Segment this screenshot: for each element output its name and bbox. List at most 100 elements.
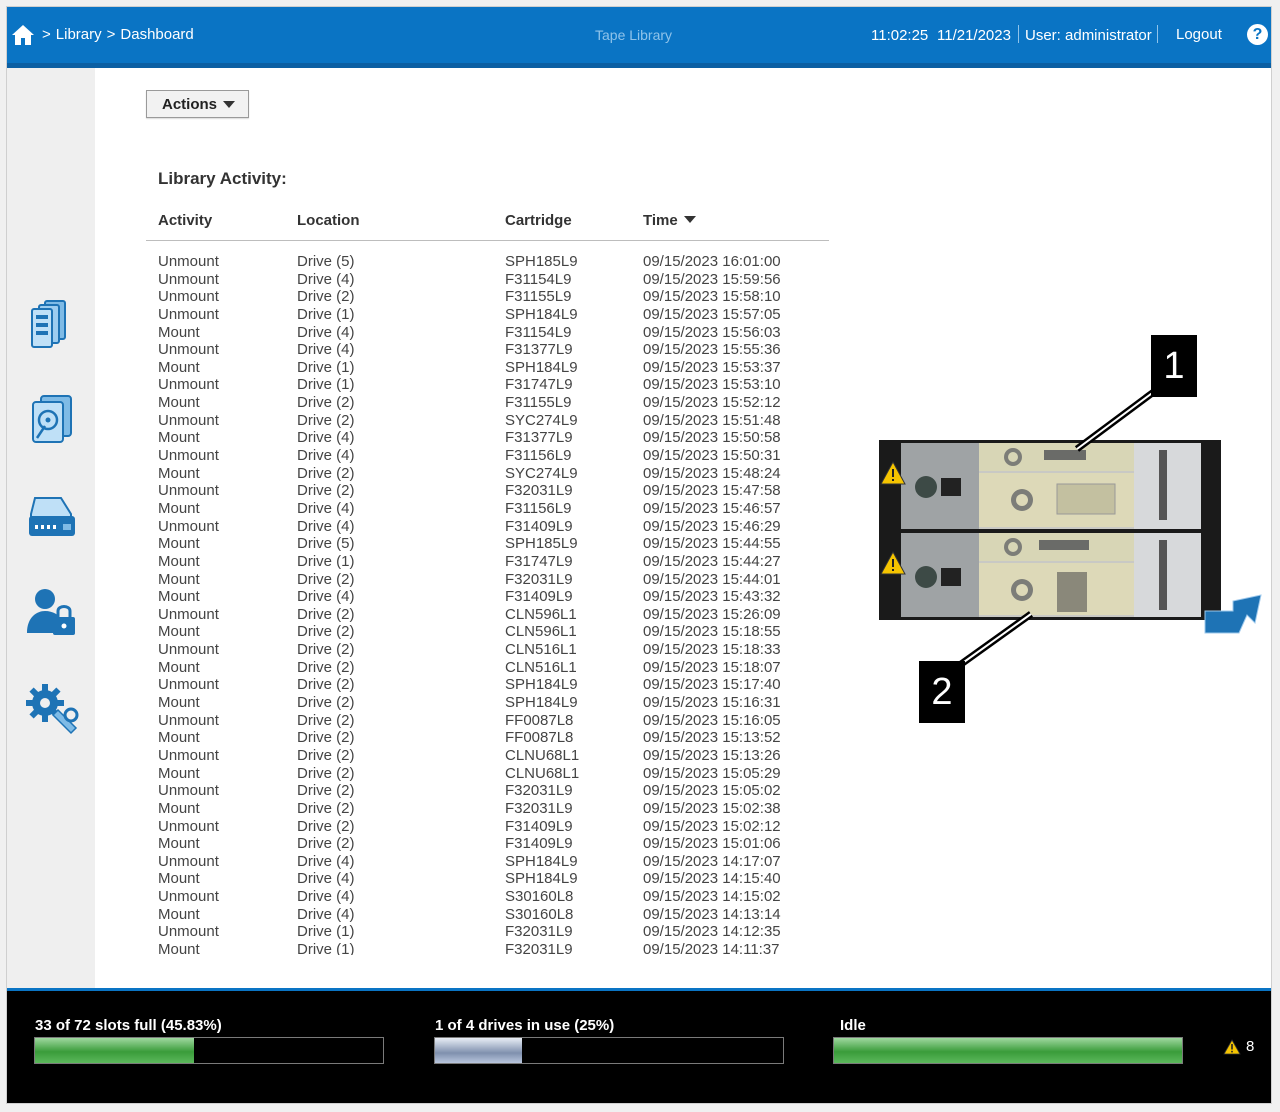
table-row[interactable]: Mount Drive (4) F31377L9 09/15/2023 15:50:5… (146, 429, 829, 447)
time-cell: 09/15/2023 15:58:10 (643, 288, 781, 306)
activity-cell: Unmount (158, 641, 219, 659)
table-row[interactable]: Unmount Drive (2) CLN516L1 09/15/2023 15:18… (146, 641, 829, 659)
library-graphic[interactable] (879, 440, 1221, 620)
table-row[interactable]: Mount Drive (2) F32031L9 09/15/2023 15:02:3… (146, 800, 829, 818)
table-row[interactable]: Unmount Drive (1) F31747L9 09/15/2023 15:53… (146, 376, 829, 394)
table-row[interactable]: Mount Drive (4) F31154L9 09/15/2023 15:56:0… (146, 324, 829, 342)
status-bar: 33 of 72 slots full (45.83%) 1 of 4 driv… (7, 988, 1271, 1103)
actions-menu-button[interactable]: Actions (146, 90, 249, 118)
table-row[interactable]: Mount Drive (1) F32031L9 09/15/2023 14:11:3… (146, 941, 829, 955)
table-row[interactable]: Unmount Drive (2) FF0087L8 09/15/2023 15:16… (146, 712, 829, 730)
help-icon[interactable]: ? (1247, 24, 1268, 45)
table-row[interactable]: Unmount Drive (4) F31409L9 09/15/2023 15:46… (146, 518, 829, 536)
slots-status-label: 33 of 72 slots full (45.83%) (35, 1017, 222, 1034)
cartridge-cell: F32031L9 (505, 799, 573, 817)
table-row[interactable]: Mount Drive (2) CLN516L1 09/15/2023 15:18:0… (146, 659, 829, 677)
table-row[interactable]: Mount Drive (4) S30160L8 09/15/2023 14:13:1… (146, 906, 829, 924)
cartridge-cell: F31747L9 (505, 376, 573, 394)
location-cell: Drive (4) (297, 499, 355, 517)
table-row[interactable]: Mount Drive (2) F32031L9 09/15/2023 15:44:0… (146, 571, 829, 589)
table-row[interactable]: Mount Drive (2) F31409L9 09/15/2023 15:01:0… (146, 835, 829, 853)
table-row[interactable]: Mount Drive (5) SPH185L9 09/15/2023 15:44:5… (146, 535, 829, 553)
table-row[interactable]: Unmount Drive (4) F31156L9 09/15/2023 15:50… (146, 447, 829, 465)
table-row[interactable]: Unmount Drive (2) SYC274L9 09/15/2023 15:51… (146, 412, 829, 430)
table-row[interactable]: Unmount Drive (2) F32031L9 09/15/2023 15:05… (146, 782, 829, 800)
location-cell: Drive (5) (297, 253, 355, 270)
app-title: Tape Library (595, 27, 673, 43)
slots-progress-bar (34, 1037, 384, 1064)
time-cell: 09/15/2023 16:01:00 (643, 253, 781, 270)
time-cell: 09/15/2023 15:43:32 (643, 588, 781, 606)
activity-cell: Mount (158, 658, 200, 676)
location-cell: Drive (5) (297, 535, 355, 553)
table-row[interactable]: Unmount Drive (2) CLN596L1 09/15/2023 15:26… (146, 606, 829, 624)
home-icon[interactable] (11, 24, 35, 46)
table-row[interactable]: Unmount Drive (2) F32031L9 09/15/2023 15:47… (146, 482, 829, 500)
table-row[interactable]: Unmount Drive (2) SPH184L9 09/15/2023 15:17… (146, 676, 829, 694)
table-row[interactable]: Mount Drive (4) SPH184L9 09/15/2023 14:15:4… (146, 870, 829, 888)
table-row[interactable]: Mount Drive (2) CLN596L1 09/15/2023 15:18:5… (146, 623, 829, 641)
activity-cell: Mount (158, 570, 200, 588)
activity-cell: Unmount (158, 605, 219, 623)
activity-cell: Unmount (158, 817, 219, 835)
column-header-activity[interactable]: Activity (158, 212, 212, 229)
slots-progress-fill (35, 1038, 195, 1063)
activity-cell: Mount (158, 870, 200, 888)
time-cell: 09/15/2023 15:50:31 (643, 447, 781, 465)
table-row[interactable]: Mount Drive (4) F31156L9 09/15/2023 15:46:5… (146, 500, 829, 518)
location-cell: Drive (4) (297, 429, 355, 447)
column-header-cartridge[interactable]: Cartridge (505, 212, 572, 229)
table-row[interactable]: Unmount Drive (4) F31154L9 09/15/2023 15:59… (146, 271, 829, 289)
table-row[interactable]: Mount Drive (2) F31155L9 09/15/2023 15:52:1… (146, 394, 829, 412)
header-divider (1157, 25, 1158, 43)
logout-link[interactable]: Logout (1176, 26, 1222, 43)
cartridge-cell: CLNU68L1 (505, 746, 580, 764)
table-row[interactable]: Mount Drive (4) F31409L9 09/15/2023 15:43:3… (146, 588, 829, 606)
settings-icon[interactable] (23, 681, 79, 737)
section-title: Library Activity: (158, 169, 287, 188)
next-arrow-icon[interactable] (1203, 589, 1265, 635)
table-row[interactable]: Unmount Drive (4) F31377L9 09/15/2023 15:55… (146, 341, 829, 359)
table-row[interactable]: Unmount Drive (4) SPH184L9 09/15/2023 14:17… (146, 853, 829, 871)
table-row[interactable]: Unmount Drive (2) F31409L9 09/15/2023 15:02… (146, 818, 829, 836)
time-cell: 09/15/2023 15:47:58 (643, 482, 781, 500)
table-row[interactable]: Unmount Drive (1) F32031L9 09/15/2023 14:12… (146, 923, 829, 941)
activity-cell: Unmount (158, 676, 219, 694)
table-row[interactable]: Mount Drive (2) CLNU68L1 09/15/2023 15:05:2… (146, 765, 829, 783)
library-state-bar (833, 1037, 1183, 1064)
table-row[interactable]: Unmount Drive (2) CLNU68L1 09/15/2023 15:13… (146, 747, 829, 765)
table-row[interactable]: Mount Drive (1) SPH184L9 09/15/2023 15:53:3… (146, 359, 829, 377)
breadcrumb-library[interactable]: Library (56, 26, 102, 43)
library-state-label: Idle (840, 1017, 866, 1034)
table-row[interactable]: Mount Drive (2) SPH184L9 09/15/2023 15:16:3… (146, 694, 829, 712)
time-cell: 09/15/2023 15:18:33 (643, 641, 781, 659)
activity-table-body[interactable]: Unmount Drive (5) SPH185L9 09/15/2023 16:01… (146, 253, 829, 955)
activity-cell: Mount (158, 499, 200, 517)
column-header-time[interactable]: Time (643, 212, 696, 229)
activity-cell: Unmount (158, 746, 219, 764)
activity-cell: Unmount (158, 411, 219, 429)
table-row[interactable]: Unmount Drive (4) S30160L8 09/15/2023 14:15… (146, 888, 829, 906)
drive-icon[interactable] (23, 390, 79, 446)
warnings-indicator[interactable]: 8 (1223, 1038, 1254, 1055)
library-icon[interactable] (23, 293, 79, 349)
cartridge-cell: CLN516L1 (505, 658, 577, 676)
time-cell: 09/15/2023 15:46:57 (643, 499, 781, 517)
column-header-location[interactable]: Location (297, 212, 360, 229)
table-row[interactable]: Unmount Drive (1) SPH184L9 09/15/2023 15:57… (146, 306, 829, 324)
table-row[interactable]: Mount Drive (2) SYC274L9 09/15/2023 15:48:2… (146, 465, 829, 483)
activity-cell: Mount (158, 835, 200, 853)
time-cell: 09/15/2023 15:18:07 (643, 658, 781, 676)
activity-cell: Unmount (158, 447, 219, 465)
location-cell: Drive (4) (297, 323, 355, 341)
storage-icon[interactable] (23, 488, 79, 544)
table-row[interactable]: Unmount Drive (2) F31155L9 09/15/2023 15:58… (146, 288, 829, 306)
activity-cell: Unmount (158, 270, 219, 288)
cartridge-cell: S30160L8 (505, 905, 574, 923)
breadcrumb-separator: > (106, 26, 116, 43)
table-row[interactable]: Unmount Drive (5) SPH185L9 09/15/2023 16:01… (146, 253, 829, 271)
user-security-icon[interactable] (23, 583, 79, 639)
table-row[interactable]: Mount Drive (2) FF0087L8 09/15/2023 15:13:5… (146, 729, 829, 747)
table-row[interactable]: Mount Drive (1) F31747L9 09/15/2023 15:44:2… (146, 553, 829, 571)
location-cell: Drive (4) (297, 852, 355, 870)
